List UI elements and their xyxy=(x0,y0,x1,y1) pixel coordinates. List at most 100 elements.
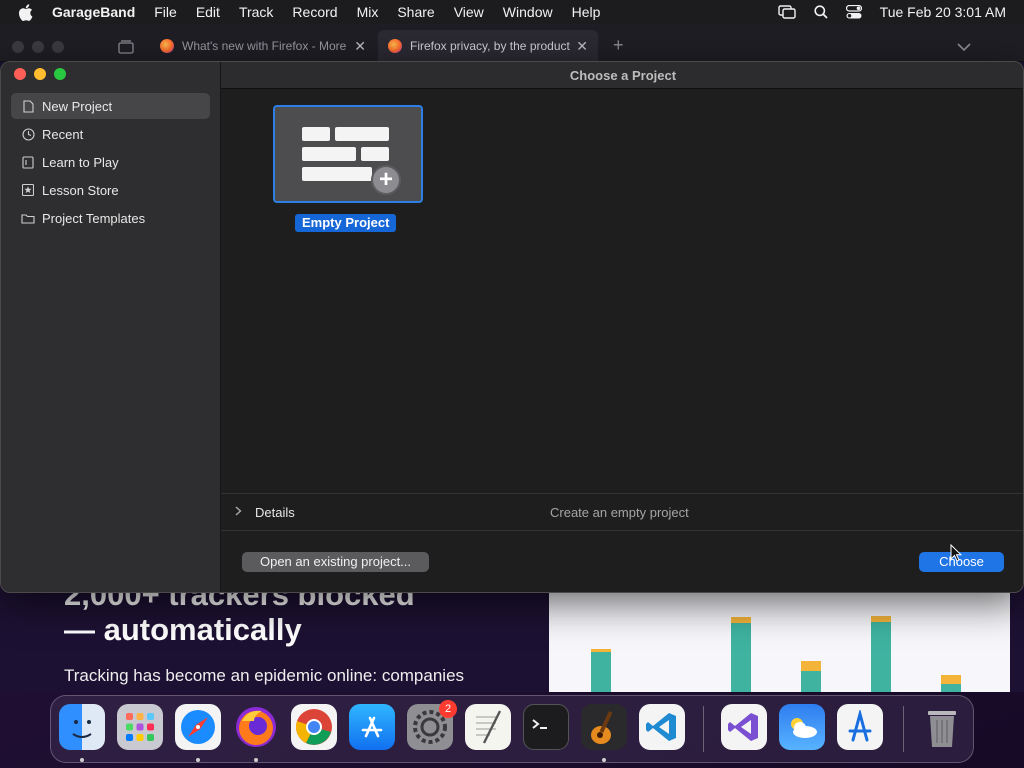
weather-icon[interactable] xyxy=(779,704,825,750)
close-tab-icon[interactable]: ✕ xyxy=(354,38,366,55)
project-description: Create an empty project xyxy=(550,505,689,520)
running-indicator xyxy=(602,758,606,762)
menu-mix[interactable]: Mix xyxy=(357,4,379,20)
window-title: Choose a Project xyxy=(569,67,677,83)
textedit-icon[interactable] xyxy=(465,704,511,750)
menu-file[interactable]: File xyxy=(154,4,177,20)
menu-view[interactable]: View xyxy=(454,4,484,20)
window-zoom-button[interactable] xyxy=(54,68,66,80)
dock-separator xyxy=(903,706,904,752)
app-name-menu[interactable]: GarageBand xyxy=(52,4,135,20)
empty-project-label[interactable]: Empty Project xyxy=(295,214,397,232)
firefox-icon[interactable] xyxy=(233,704,279,750)
firefox-close-dot[interactable] xyxy=(12,41,24,53)
menu-share[interactable]: Share xyxy=(397,4,434,20)
settings-update-badge: 2 xyxy=(439,700,457,718)
chrome-icon[interactable] xyxy=(291,704,337,750)
trackers-chart xyxy=(549,592,1010,692)
dock-separator xyxy=(703,706,704,752)
disclosure-chevron-icon[interactable] xyxy=(235,505,242,519)
close-tab-icon[interactable]: ✕ xyxy=(576,38,588,55)
project-sidebar: New Project Recent Learn to Play Lesson … xyxy=(1,62,221,592)
control-center-icon[interactable] xyxy=(845,5,862,19)
firefox-tab-bar: What's new with Firefox - More ✕ Firefox… xyxy=(0,24,1024,62)
project-gallery: + Empty Project xyxy=(221,89,1023,493)
chart-bar-cap xyxy=(871,616,891,622)
menu-bar: GarageBand File Edit Track Record Mix Sh… xyxy=(0,0,1024,24)
sidebar-item-label: Learn to Play xyxy=(42,154,119,170)
dock: 2 xyxy=(50,695,974,763)
window-minimize-button[interactable] xyxy=(34,68,46,80)
finder-icon[interactable] xyxy=(59,704,105,750)
tile-block xyxy=(302,127,330,141)
firefox-tab-title: What's new with Firefox - More xyxy=(182,39,347,53)
trash-icon[interactable] xyxy=(919,704,965,750)
sidebar-item-label: Project Templates xyxy=(42,210,146,226)
chart-bar-cap xyxy=(801,660,821,671)
garageband-window: New Project Recent Learn to Play Lesson … xyxy=(0,61,1024,593)
menu-track[interactable]: Track xyxy=(239,4,273,20)
chart-bar-cap xyxy=(731,617,751,623)
dialog-footer: Open an existing project... Choose xyxy=(221,531,1023,592)
safari-icon[interactable] xyxy=(175,704,221,750)
running-indicator xyxy=(80,758,84,762)
firefox-tab-whats-new[interactable]: What's new with Firefox - More ✕ xyxy=(150,30,376,62)
tile-block xyxy=(361,147,389,161)
document-icon xyxy=(21,99,35,113)
chart-bar xyxy=(941,675,961,692)
firefox-view-icon[interactable] xyxy=(118,40,134,59)
details-toggle-label[interactable]: Details xyxy=(255,505,295,520)
sidebar-item-lesson-store[interactable]: Lesson Store xyxy=(11,177,210,203)
chart-bar-cap xyxy=(941,675,961,684)
new-tab-plus-icon[interactable]: + xyxy=(613,35,624,56)
tile-block xyxy=(302,147,356,161)
star-icon xyxy=(21,183,35,197)
screen-mirroring-icon[interactable] xyxy=(777,5,796,19)
folder-icon xyxy=(21,211,35,225)
terminal-icon[interactable] xyxy=(523,704,569,750)
chart-bar xyxy=(591,648,611,692)
mouse-pointer-icon xyxy=(950,543,963,567)
running-indicator xyxy=(196,758,200,762)
firefox-favicon-icon xyxy=(160,39,174,53)
tab-list-chevron-icon[interactable] xyxy=(957,39,971,57)
empty-project-tile[interactable]: + xyxy=(273,105,423,203)
apple-menu-icon[interactable] xyxy=(18,3,38,21)
sidebar-item-project-templates[interactable]: Project Templates xyxy=(11,205,210,231)
sidebar-list: New Project Recent Learn to Play Lesson … xyxy=(11,93,210,233)
firefox-minimize-dot[interactable] xyxy=(32,41,44,53)
sidebar-item-learn-to-play[interactable]: Learn to Play xyxy=(11,149,210,175)
spotlight-search-icon[interactable] xyxy=(814,5,828,19)
firefox-favicon-icon xyxy=(388,39,402,53)
chart-bar xyxy=(871,616,891,692)
chart-bar-cap xyxy=(591,648,611,653)
chart-bar xyxy=(731,617,751,692)
window-close-button[interactable] xyxy=(14,68,26,80)
menu-edit[interactable]: Edit xyxy=(196,4,220,20)
open-existing-project-button[interactable]: Open an existing project... xyxy=(242,552,429,572)
running-indicator xyxy=(254,758,258,762)
details-bar: Details Create an empty project xyxy=(221,493,1023,531)
window-title-bar: Choose a Project xyxy=(221,62,1023,89)
app-store-icon[interactable] xyxy=(349,704,395,750)
firefox-tab-privacy[interactable]: Firefox privacy, by the product ✕ xyxy=(378,30,598,62)
firefox-tab-title: Firefox privacy, by the product xyxy=(410,39,570,53)
visual-studio-icon[interactable] xyxy=(721,704,767,750)
lesson-icon xyxy=(21,155,35,169)
menu-help[interactable]: Help xyxy=(572,4,601,20)
sidebar-item-new-project[interactable]: New Project xyxy=(11,93,210,119)
tile-block xyxy=(335,127,389,141)
menubar-clock[interactable]: Tue Feb 20 3:01 AM xyxy=(880,4,1006,20)
vscode-icon[interactable] xyxy=(639,704,685,750)
launchpad-icon[interactable] xyxy=(117,704,163,750)
firefox-maximize-dot[interactable] xyxy=(52,41,64,53)
sidebar-item-label: New Project xyxy=(42,98,113,114)
xcode-instruments-icon[interactable] xyxy=(837,704,883,750)
menu-record[interactable]: Record xyxy=(292,4,337,20)
menu-window[interactable]: Window xyxy=(503,4,553,20)
garageband-icon[interactable] xyxy=(581,704,627,750)
sidebar-item-recent[interactable]: Recent xyxy=(11,121,210,147)
add-plus-icon: + xyxy=(371,165,401,195)
sidebar-item-label: Recent xyxy=(42,126,84,142)
page-paragraph: Tracking has become an epidemic online: … xyxy=(64,666,465,685)
